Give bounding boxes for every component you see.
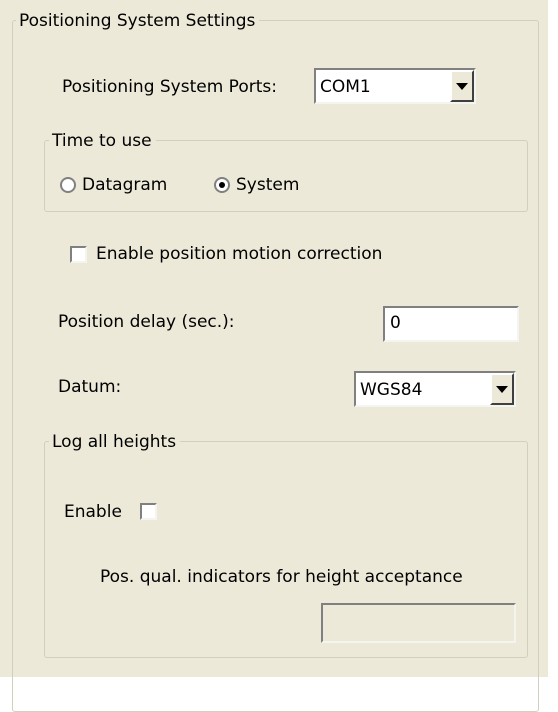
window-edge <box>548 0 558 677</box>
settings-panel: Positioning System Settings Positioning … <box>0 0 548 712</box>
enable-heights-checkbox[interactable] <box>140 503 157 520</box>
chevron-down-icon <box>496 386 508 393</box>
motion-correction-label[interactable]: Enable position motion correction <box>96 244 382 264</box>
ports-dropdown[interactable]: COM1 <box>314 68 476 104</box>
positioning-system-settings-title: Positioning System Settings <box>16 11 260 31</box>
position-delay-input[interactable]: 0 <box>383 306 519 342</box>
position-delay-value: 0 <box>390 313 401 333</box>
datum-label: Datum: <box>58 377 122 397</box>
time-to-use-title: Time to use <box>49 131 156 151</box>
radio-system[interactable] <box>214 177 230 193</box>
height-indicators-label: Pos. qual. indicators for height accepta… <box>100 567 463 587</box>
ports-label: Positioning System Ports: <box>62 77 277 97</box>
radio-system-label[interactable]: System <box>236 175 299 195</box>
ports-value: COM1 <box>320 77 371 97</box>
position-delay-label: Position delay (sec.): <box>58 312 235 332</box>
enable-heights-label[interactable]: Enable <box>64 502 122 522</box>
height-indicators-input[interactable] <box>321 603 516 643</box>
ports-dropdown-button[interactable] <box>450 70 474 102</box>
datum-value: WGS84 <box>360 380 423 400</box>
chevron-down-icon <box>456 83 468 90</box>
radio-datagram-label[interactable]: Datagram <box>82 175 167 195</box>
radio-selected-dot <box>219 182 225 188</box>
datum-dropdown[interactable]: WGS84 <box>354 371 516 407</box>
motion-correction-checkbox[interactable] <box>70 246 87 263</box>
radio-datagram[interactable] <box>60 177 76 193</box>
log-all-heights-title: Log all heights <box>49 432 181 452</box>
datum-dropdown-button[interactable] <box>490 373 514 405</box>
